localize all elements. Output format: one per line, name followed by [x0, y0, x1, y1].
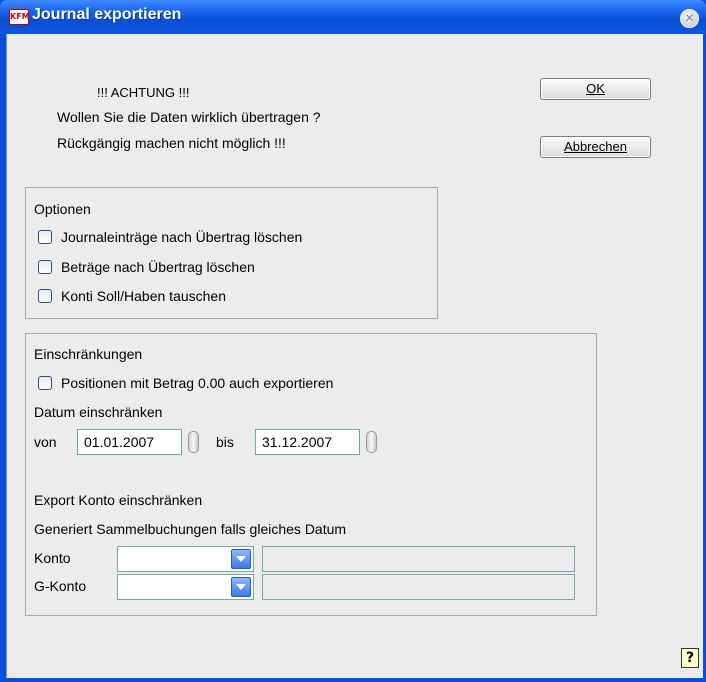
- options-group: Optionen Journaleinträge nach Übertrag l…: [25, 187, 438, 319]
- date-to-label: bis: [216, 434, 234, 450]
- konto-label: Konto: [34, 550, 71, 566]
- options-title: Optionen: [34, 201, 91, 217]
- zero-positions-label: Positionen mit Betrag 0.00 auch exportie…: [61, 375, 334, 391]
- spinner-icon[interactable]: [366, 431, 377, 453]
- date-from-input[interactable]: 01.01.2007: [77, 429, 182, 455]
- title-bar[interactable]: KFM Journal exportieren ✕: [0, 0, 706, 34]
- zero-positions-checkbox[interactable]: [38, 376, 52, 390]
- warning-irreversible: Rückgängig machen nicht möglich !!!: [57, 135, 286, 151]
- option-checkbox-delete-amounts[interactable]: [38, 260, 52, 274]
- chevron-down-icon[interactable]: [231, 577, 251, 597]
- gkonto-dropdown[interactable]: [117, 574, 254, 600]
- window-title: Journal exportieren: [32, 6, 182, 23]
- option-label-swap-accounts: Konti Soll/Haben tauschen: [61, 288, 226, 304]
- account-restriction-note: Generiert Sammelbuchungen falls gleiches…: [34, 521, 347, 537]
- date-restriction-title: Datum einschränken: [34, 404, 163, 420]
- cancel-button[interactable]: Abbrechen: [540, 136, 651, 158]
- option-label-delete-amounts: Beträge nach Übertrag löschen: [61, 259, 255, 275]
- option-checkbox-delete-journal[interactable]: [38, 230, 52, 244]
- spinner-icon[interactable]: [188, 431, 199, 453]
- restrictions-group: Einschränkungen Positionen mit Betrag 0.…: [25, 333, 597, 616]
- option-label-delete-journal: Journaleinträge nach Übertrag löschen: [61, 229, 303, 245]
- dialog-body: !!! ACHTUNG !!! Wollen Sie die Daten wir…: [6, 34, 703, 678]
- date-from-label: von: [34, 434, 57, 450]
- ok-button[interactable]: OK: [540, 78, 651, 100]
- konto-description-field: [262, 546, 575, 572]
- chevron-down-icon[interactable]: [231, 549, 251, 569]
- kfm-app-icon: KFM: [9, 9, 30, 25]
- account-restriction-title: Export Konto einschränken: [34, 492, 203, 508]
- gkonto-description-field: [262, 574, 575, 600]
- warning-question: Wollen Sie die Daten wirklich übertragen…: [57, 109, 321, 125]
- option-checkbox-swap-accounts[interactable]: [38, 289, 52, 303]
- konto-dropdown[interactable]: [117, 546, 254, 572]
- restrictions-title: Einschränkungen: [34, 346, 143, 362]
- date-to-input[interactable]: 31.12.2007: [255, 429, 360, 455]
- close-icon[interactable]: ✕: [680, 9, 699, 28]
- warning-heading: !!! ACHTUNG !!!: [97, 85, 190, 100]
- help-icon[interactable]: ?: [681, 648, 699, 668]
- gkonto-label: G-Konto: [34, 578, 87, 594]
- dialog-window: KFM Journal exportieren ✕ !!! ACHTUNG !!…: [0, 0, 706, 682]
